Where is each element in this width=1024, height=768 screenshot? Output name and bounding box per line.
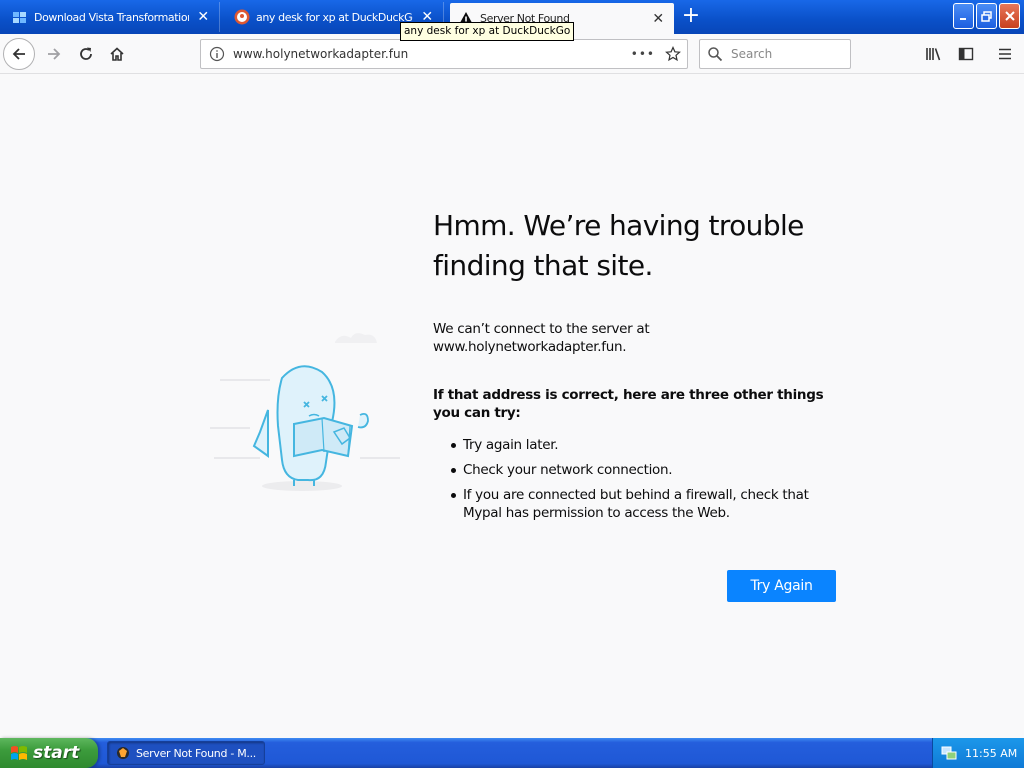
- sidebar-icon: [958, 47, 974, 61]
- home-button[interactable]: [101, 38, 133, 70]
- new-tab-button[interactable]: +: [678, 2, 704, 30]
- forward-arrow-icon: [48, 48, 61, 60]
- forward-button[interactable]: [38, 38, 70, 70]
- vista-favicon: [13, 12, 26, 23]
- list-item: If you are connected but behind a firewa…: [433, 486, 843, 522]
- url-bar[interactable]: www.holynetworkadapter.fun •••: [200, 39, 688, 69]
- close-tab-icon[interactable]: ✕: [650, 11, 666, 27]
- list-item: Try again later.: [433, 436, 843, 454]
- minimize-button[interactable]: [953, 3, 974, 29]
- start-label: start: [33, 743, 80, 763]
- reload-icon: [80, 47, 92, 60]
- mypal-app-icon: [117, 747, 129, 759]
- library-button[interactable]: [918, 38, 950, 70]
- list-item: Check your network connection.: [433, 461, 843, 479]
- clock: 11:55 AM: [965, 746, 1018, 760]
- back-arrow-icon: [12, 48, 25, 60]
- suggestions-heading: If that address is correct, here are thr…: [433, 387, 824, 421]
- back-button[interactable]: [3, 38, 35, 70]
- start-button[interactable]: start: [0, 738, 98, 768]
- restore-icon: [981, 10, 992, 22]
- tab-title: any desk for xp at DuckDuckGo: [256, 10, 413, 24]
- hamburger-menu-icon: [999, 48, 1011, 60]
- bookmark-star-icon[interactable]: [665, 46, 681, 62]
- page-actions-icon[interactable]: •••: [631, 47, 655, 61]
- menu-button[interactable]: [989, 38, 1021, 70]
- duckduckgo-favicon: [234, 9, 250, 25]
- try-again-button[interactable]: Try Again: [727, 570, 836, 602]
- home-icon: [110, 47, 124, 61]
- error-content: Hmm. We’re having trouble finding that s…: [433, 206, 843, 529]
- tab-tooltip: any desk for xp at DuckDuckGo: [400, 22, 575, 41]
- close-icon: [1004, 11, 1015, 21]
- suggestions-list: Try again later. Check your network conn…: [433, 436, 843, 522]
- library-icon: [926, 48, 941, 61]
- tab-title: Download Vista Transformation Pa: [34, 10, 189, 24]
- window-controls: [953, 3, 1020, 29]
- network-icon[interactable]: [941, 745, 957, 761]
- close-tab-icon[interactable]: ✕: [195, 9, 211, 25]
- error-illustration: [210, 333, 400, 491]
- windows-logo-icon: [11, 746, 27, 760]
- search-placeholder[interactable]: Search: [731, 47, 772, 61]
- system-tray: 11:55 AM: [932, 738, 1024, 768]
- search-icon: [708, 47, 723, 62]
- restore-button[interactable]: [976, 3, 997, 29]
- close-window-button[interactable]: [999, 3, 1020, 29]
- url-text[interactable]: www.holynetworkadapter.fun: [233, 47, 631, 61]
- tab-vista-transformation[interactable]: Download Vista Transformation Pa ✕: [4, 2, 220, 32]
- error-title: Hmm. We’re having trouble finding that s…: [433, 209, 804, 282]
- site-info-icon[interactable]: [209, 46, 225, 62]
- taskbar-window-title: Server Not Found - M...: [136, 746, 256, 760]
- taskbar: start Server Not Found - M... 11:55 AM: [0, 738, 1024, 768]
- search-bar[interactable]: Search: [699, 39, 851, 69]
- minimize-icon: [959, 18, 966, 20]
- sidebar-button[interactable]: [950, 38, 982, 70]
- error-message: We can’t connect to the server at www.ho…: [433, 321, 650, 355]
- reload-button[interactable]: [70, 38, 102, 70]
- taskbar-window-button[interactable]: Server Not Found - M...: [107, 741, 265, 765]
